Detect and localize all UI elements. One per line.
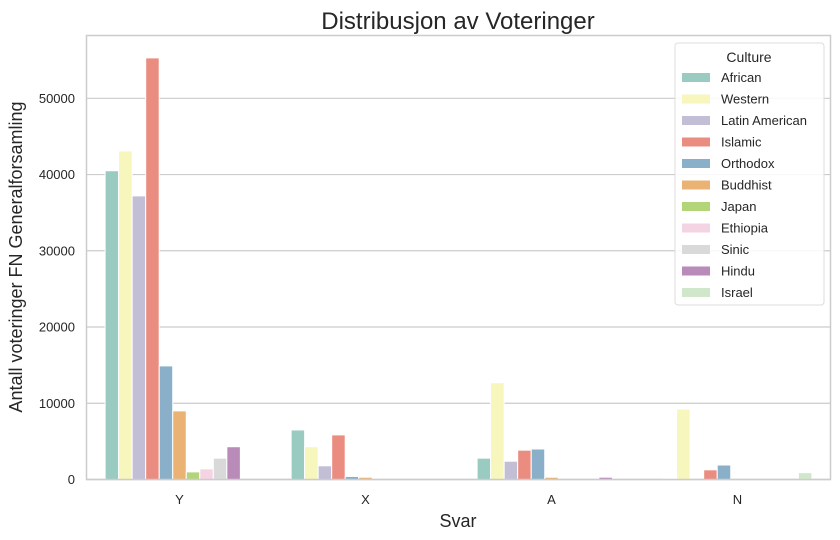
bar-islamic-a [517, 449, 532, 481]
bar-western-a [490, 382, 505, 480]
bar-western-y [118, 150, 133, 480]
legend-label: Buddhist [721, 178, 772, 193]
legend-swatch [682, 94, 710, 104]
y-tick-label: 30000 [39, 243, 75, 258]
bar-orthodox-n [716, 464, 732, 481]
bar-western-n [676, 408, 691, 480]
y-tick-labels: 0 10000 20000 30000 40000 50000 [39, 91, 75, 487]
bar-african-x [290, 429, 306, 480]
chart-title: Distribusjon av Voteringer [321, 8, 594, 35]
legend-title: Culture [726, 49, 771, 65]
bar-latin-american-a [503, 460, 519, 480]
x-tick-label: X [361, 492, 370, 507]
x-axis-label: Svar [439, 511, 476, 531]
x-tick-label: N [733, 492, 742, 507]
bar-islamic-x [331, 434, 346, 480]
legend-swatch [682, 223, 710, 233]
bar-buddhist-y [172, 410, 187, 480]
bar-ethiopia-y [199, 468, 214, 480]
x-tick-label: A [547, 492, 556, 507]
bar-israel-n [797, 472, 813, 480]
legend-label: Ethiopia [721, 221, 769, 236]
bar-islamic-n [703, 469, 718, 480]
legend-label: Western [721, 92, 769, 107]
legend-label: Orthodox [721, 156, 775, 171]
x-tick-labels: YXAN [175, 492, 742, 507]
legend-swatch [682, 137, 710, 147]
y-axis-label: Antall voteringer FN Generalforsamling [6, 101, 26, 412]
legend: Culture African Western Latin American Isla… [674, 42, 825, 306]
legend-swatch [682, 73, 710, 82]
bar-latin-american-y [131, 195, 147, 480]
x-tick-label: Y [175, 492, 184, 507]
legend-swatch [682, 245, 710, 254]
legend-label: Latin American [721, 113, 807, 128]
y-tick-label: 0 [68, 472, 75, 487]
legend-label: Islamic [721, 135, 762, 150]
legend-swatch [682, 159, 710, 168]
bar-western-x [304, 446, 319, 480]
bar-african-y [104, 170, 120, 480]
bar-african-a [476, 457, 492, 481]
y-tick-label: 40000 [39, 167, 75, 182]
legend-swatch [682, 266, 710, 276]
y-tick-label: 10000 [39, 396, 75, 411]
y-tick-label: 50000 [39, 91, 75, 106]
bar-hindu-y [226, 446, 241, 480]
legend-swatch [682, 180, 710, 190]
bar-japan-y [185, 471, 201, 481]
bar-latin-american-x [317, 465, 333, 480]
y-tick-label: 20000 [39, 320, 75, 335]
bar-sinic-y [212, 457, 228, 481]
legend-label: Israel [721, 285, 753, 300]
chart: 0 10000 20000 30000 40000 50000 Y X A N Distribu… [6, 8, 832, 531]
legend-swatch [682, 288, 710, 297]
legend-label: Hindu [721, 264, 755, 279]
bar-orthodox-a [530, 448, 546, 480]
bar-islamic-y [145, 57, 160, 481]
legend-label: Japan [721, 199, 756, 214]
legend-label: Sinic [721, 242, 750, 257]
legend-swatch [682, 116, 710, 125]
legend-label: African [721, 70, 761, 85]
bar-orthodox-y [158, 365, 174, 481]
legend-swatch [682, 202, 710, 211]
